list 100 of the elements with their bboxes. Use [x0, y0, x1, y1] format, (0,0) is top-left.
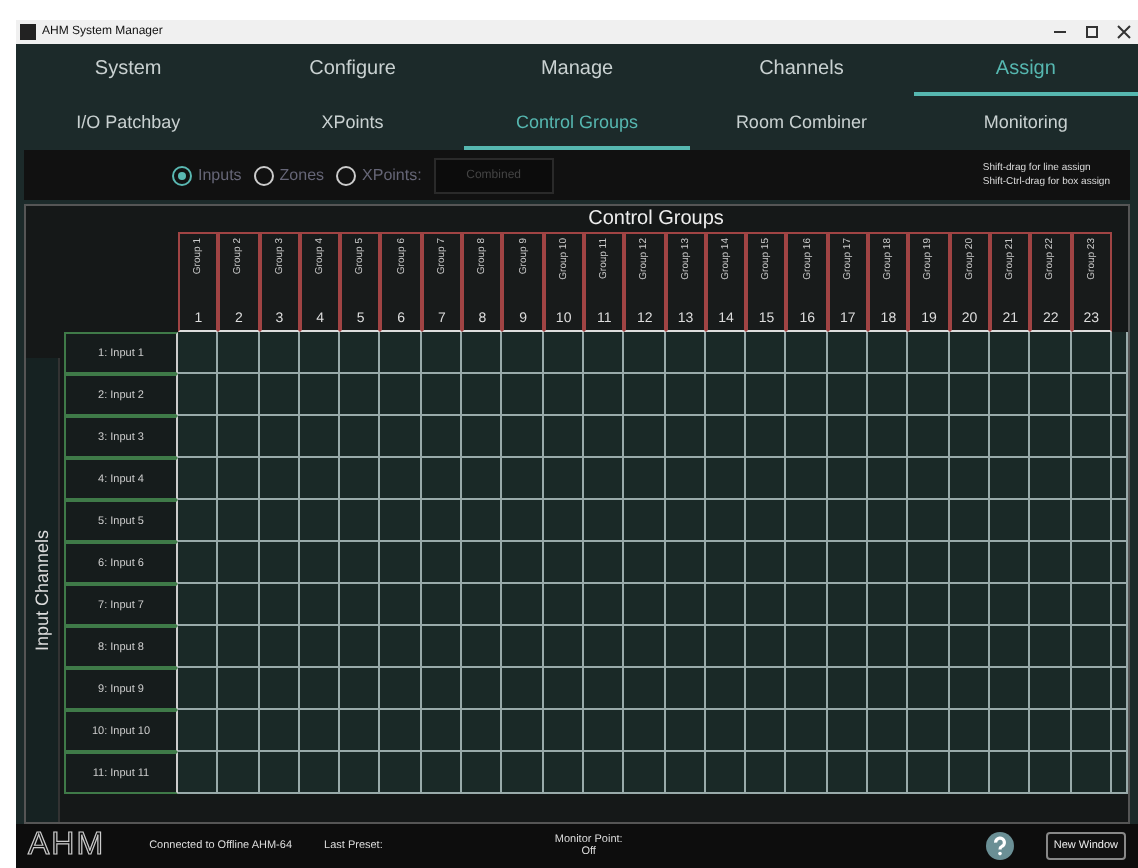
grid-cell[interactable] [178, 752, 219, 794]
grid-cell[interactable] [908, 416, 950, 458]
grid-cell[interactable] [746, 710, 787, 752]
grid-cell[interactable] [1030, 752, 1072, 794]
grid-cell[interactable] [218, 626, 260, 668]
grid-cell[interactable] [665, 500, 706, 542]
grid-cell[interactable] [421, 584, 463, 626]
grid-cell[interactable] [380, 542, 422, 584]
tab[interactable]: I/O Patchbay [16, 96, 241, 150]
grid-cell[interactable] [299, 500, 341, 542]
grid-cell[interactable] [705, 668, 747, 710]
grid-cell[interactable] [543, 710, 584, 752]
grid-cell[interactable] [624, 416, 666, 458]
grid-cell[interactable] [421, 626, 463, 668]
tab[interactable]: Configure [240, 44, 465, 96]
grid-cell[interactable] [218, 332, 260, 374]
grid-cell[interactable] [989, 542, 1031, 584]
grid-cell[interactable] [340, 584, 381, 626]
grid-cell[interactable] [868, 752, 909, 794]
grid-cell[interactable] [583, 752, 625, 794]
grid-cell[interactable] [421, 458, 463, 500]
grid-cell[interactable] [665, 416, 706, 458]
grid-cell[interactable] [949, 458, 990, 500]
grid-cell[interactable] [543, 332, 584, 374]
close-button[interactable] [1114, 22, 1134, 42]
grid-cell[interactable] [1071, 668, 1112, 710]
radio-button[interactable] [253, 165, 274, 185]
grid-cell[interactable] [1071, 584, 1112, 626]
grid-cell[interactable] [178, 626, 219, 668]
grid-cell[interactable] [340, 500, 381, 542]
grid-cell[interactable] [380, 752, 422, 794]
grid-cell[interactable] [624, 374, 666, 416]
grid-cell[interactable] [989, 500, 1031, 542]
grid-cell[interactable] [178, 710, 219, 752]
grid-cell[interactable] [502, 710, 544, 752]
grid-cell[interactable] [827, 668, 869, 710]
grid-cell[interactable] [908, 668, 950, 710]
grid-cell[interactable] [583, 416, 625, 458]
tab[interactable]: Room Combiner [689, 96, 914, 150]
grid-cell[interactable] [705, 542, 747, 584]
grid-cell[interactable] [1071, 710, 1112, 752]
grid-cell[interactable] [583, 668, 625, 710]
grid-cell[interactable] [908, 500, 950, 542]
grid-cell[interactable] [218, 416, 260, 458]
tab[interactable]: Channels [689, 44, 914, 96]
grid-cell[interactable] [462, 500, 503, 542]
grid-cell[interactable] [746, 332, 787, 374]
grid-cell[interactable] [665, 332, 706, 374]
grid-cell[interactable] [583, 710, 625, 752]
grid-cell[interactable] [827, 752, 869, 794]
grid-cell[interactable] [624, 668, 666, 710]
grid-cell[interactable] [827, 542, 869, 584]
grid-cell[interactable] [462, 332, 503, 374]
grid-cell[interactable] [949, 668, 990, 710]
grid-cell[interactable] [949, 626, 990, 668]
grid-cell[interactable] [502, 332, 544, 374]
grid-cell[interactable] [949, 542, 990, 584]
grid-cell[interactable] [624, 332, 666, 374]
grid-cell[interactable] [908, 626, 950, 668]
grid-cell[interactable] [665, 458, 706, 500]
grid-cell[interactable] [340, 626, 381, 668]
grid-cell[interactable] [989, 332, 1031, 374]
grid-cell[interactable] [908, 542, 950, 584]
grid-cell[interactable] [868, 626, 909, 668]
grid-cell[interactable] [380, 626, 422, 668]
grid-cell[interactable] [705, 500, 747, 542]
grid-cell[interactable] [543, 542, 584, 584]
grid-cell[interactable] [989, 752, 1031, 794]
grid-cell[interactable] [462, 542, 503, 584]
grid-cell[interactable] [868, 542, 909, 584]
grid-cell[interactable] [178, 542, 219, 584]
grid-cell[interactable] [502, 752, 544, 794]
grid-cell[interactable] [868, 458, 909, 500]
grid-cell[interactable] [624, 458, 666, 500]
grid-cell[interactable] [868, 500, 909, 542]
grid-cell[interactable] [178, 374, 219, 416]
grid-cell[interactable] [1071, 458, 1112, 500]
grid-cell[interactable] [786, 626, 828, 668]
grid-cell[interactable] [218, 374, 260, 416]
grid-cell[interactable] [583, 542, 625, 584]
grid-cell[interactable] [1030, 374, 1072, 416]
grid-cell[interactable] [543, 752, 584, 794]
grid-cell[interactable] [949, 710, 990, 752]
grid-cell[interactable] [949, 374, 990, 416]
grid-cell[interactable] [259, 626, 300, 668]
grid-cell[interactable] [380, 374, 422, 416]
grid-cell[interactable] [340, 668, 381, 710]
grid-cell[interactable] [218, 542, 260, 584]
grid-cell[interactable] [299, 752, 341, 794]
grid-cell[interactable] [583, 584, 625, 626]
grid-cell[interactable] [421, 668, 463, 710]
grid-cell[interactable] [462, 710, 503, 752]
grid-cell[interactable] [1071, 374, 1112, 416]
grid-cell[interactable] [380, 500, 422, 542]
grid-cell[interactable] [380, 710, 422, 752]
grid-cell[interactable] [421, 416, 463, 458]
tab[interactable]: XPoints [240, 96, 465, 150]
grid-cell[interactable] [583, 374, 625, 416]
grid-cell[interactable] [1071, 542, 1112, 584]
grid-cell[interactable] [380, 332, 422, 374]
